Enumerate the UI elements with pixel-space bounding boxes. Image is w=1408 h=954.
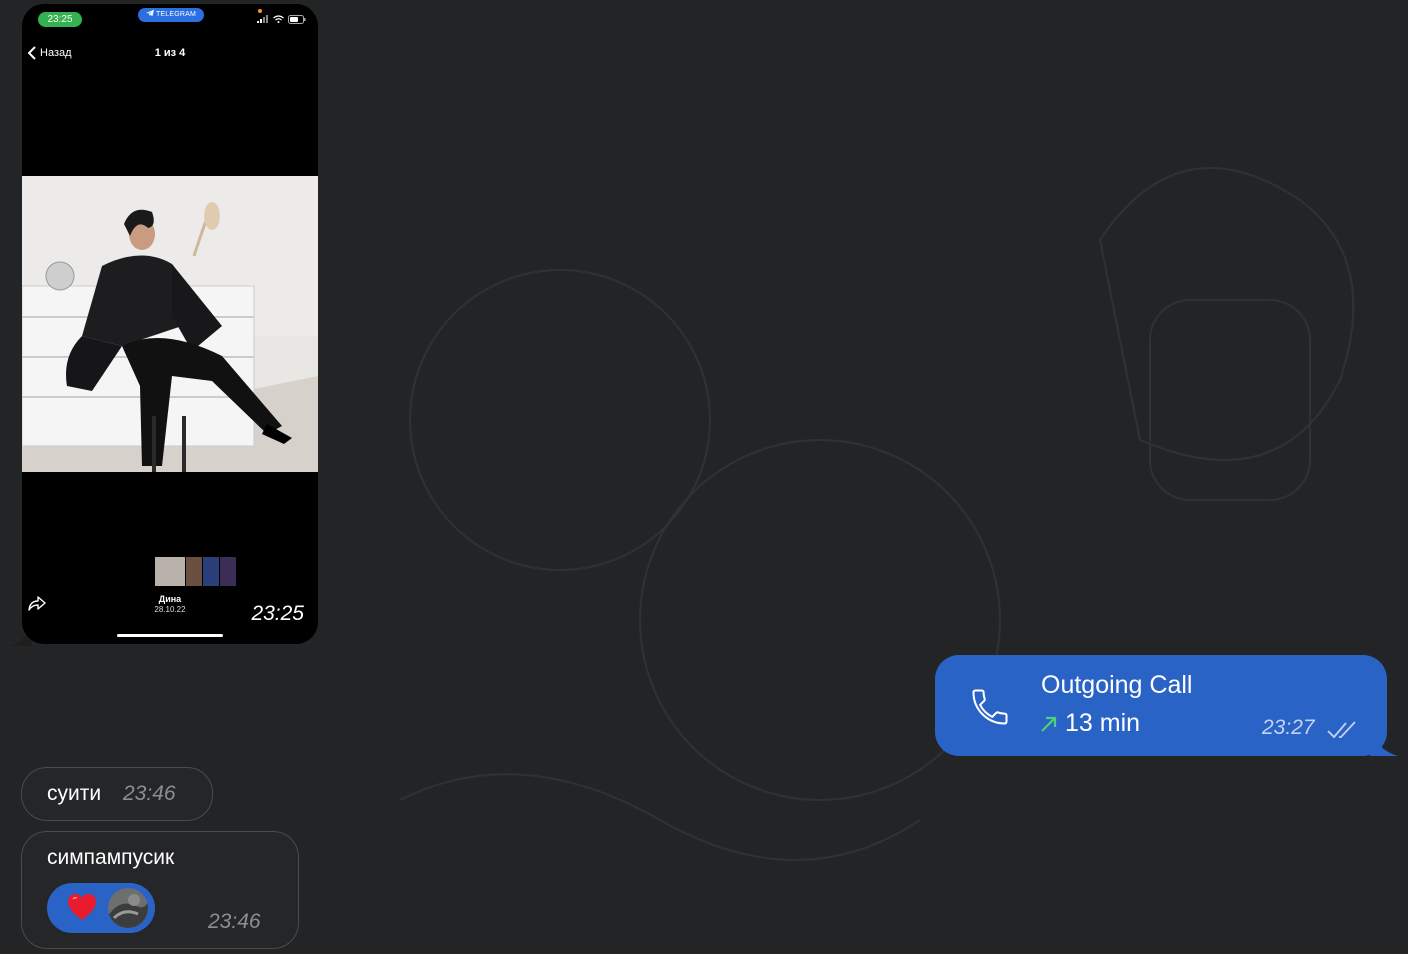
message-time: 23:27	[1262, 716, 1315, 739]
home-indicator	[117, 634, 223, 637]
share-icon[interactable]	[28, 596, 46, 612]
privacy-indicator	[258, 9, 262, 13]
phone-status-time: 23:25	[38, 12, 82, 27]
photo-counter: 1 из 4	[154, 47, 186, 59]
incoming-message[interactable]: симпампусик 23:46	[21, 831, 299, 949]
phone-icon[interactable]	[967, 685, 1013, 729]
screenshot-image[interactable]: 23:25 TELEGRAM Назад 1 из 4 Дина 28.10.2…	[22, 4, 318, 644]
message-text: симпампусик	[47, 846, 175, 869]
telegram-badge-label: TELEGRAM	[155, 11, 197, 18]
thumbnail[interactable]	[203, 557, 219, 586]
message-time: 23:46	[123, 782, 176, 805]
telegram-badge: TELEGRAM	[138, 8, 204, 22]
telegram-icon	[145, 9, 154, 17]
bubble-tail	[1370, 726, 1398, 756]
call-duration-row: 13 min	[1039, 709, 1140, 738]
outgoing-arrow-icon	[1041, 716, 1057, 732]
avatar-image	[108, 888, 148, 928]
photo-woman-in-suit	[22, 176, 318, 472]
incoming-message[interactable]: суити 23:46	[21, 767, 213, 821]
thumbnail[interactable]	[186, 557, 202, 586]
wifi-icon	[273, 15, 284, 23]
message-text: суити	[47, 782, 102, 805]
photo-thumbnails[interactable]	[155, 557, 236, 586]
status-icons	[257, 14, 306, 24]
battery-icon	[288, 14, 306, 24]
reaction-chip[interactable]	[47, 883, 155, 933]
heart-icon	[68, 894, 96, 920]
call-title: Outgoing Call	[1041, 671, 1193, 699]
outgoing-call-message[interactable]: Outgoing Call 13 min 23:27	[935, 655, 1387, 756]
thumbnail[interactable]	[155, 557, 185, 586]
message-time: 23:25	[251, 602, 304, 625]
message-time: 23:46	[208, 910, 261, 933]
call-duration: 13 min	[1065, 709, 1141, 737]
thumbnail[interactable]	[220, 557, 236, 586]
photo-message[interactable]: 23:25 TELEGRAM Назад 1 из 4 Дина 28.10.2…	[10, 4, 320, 646]
double-check-icon	[1327, 721, 1356, 739]
avatar[interactable]	[108, 888, 148, 928]
signal-icon	[257, 15, 268, 23]
